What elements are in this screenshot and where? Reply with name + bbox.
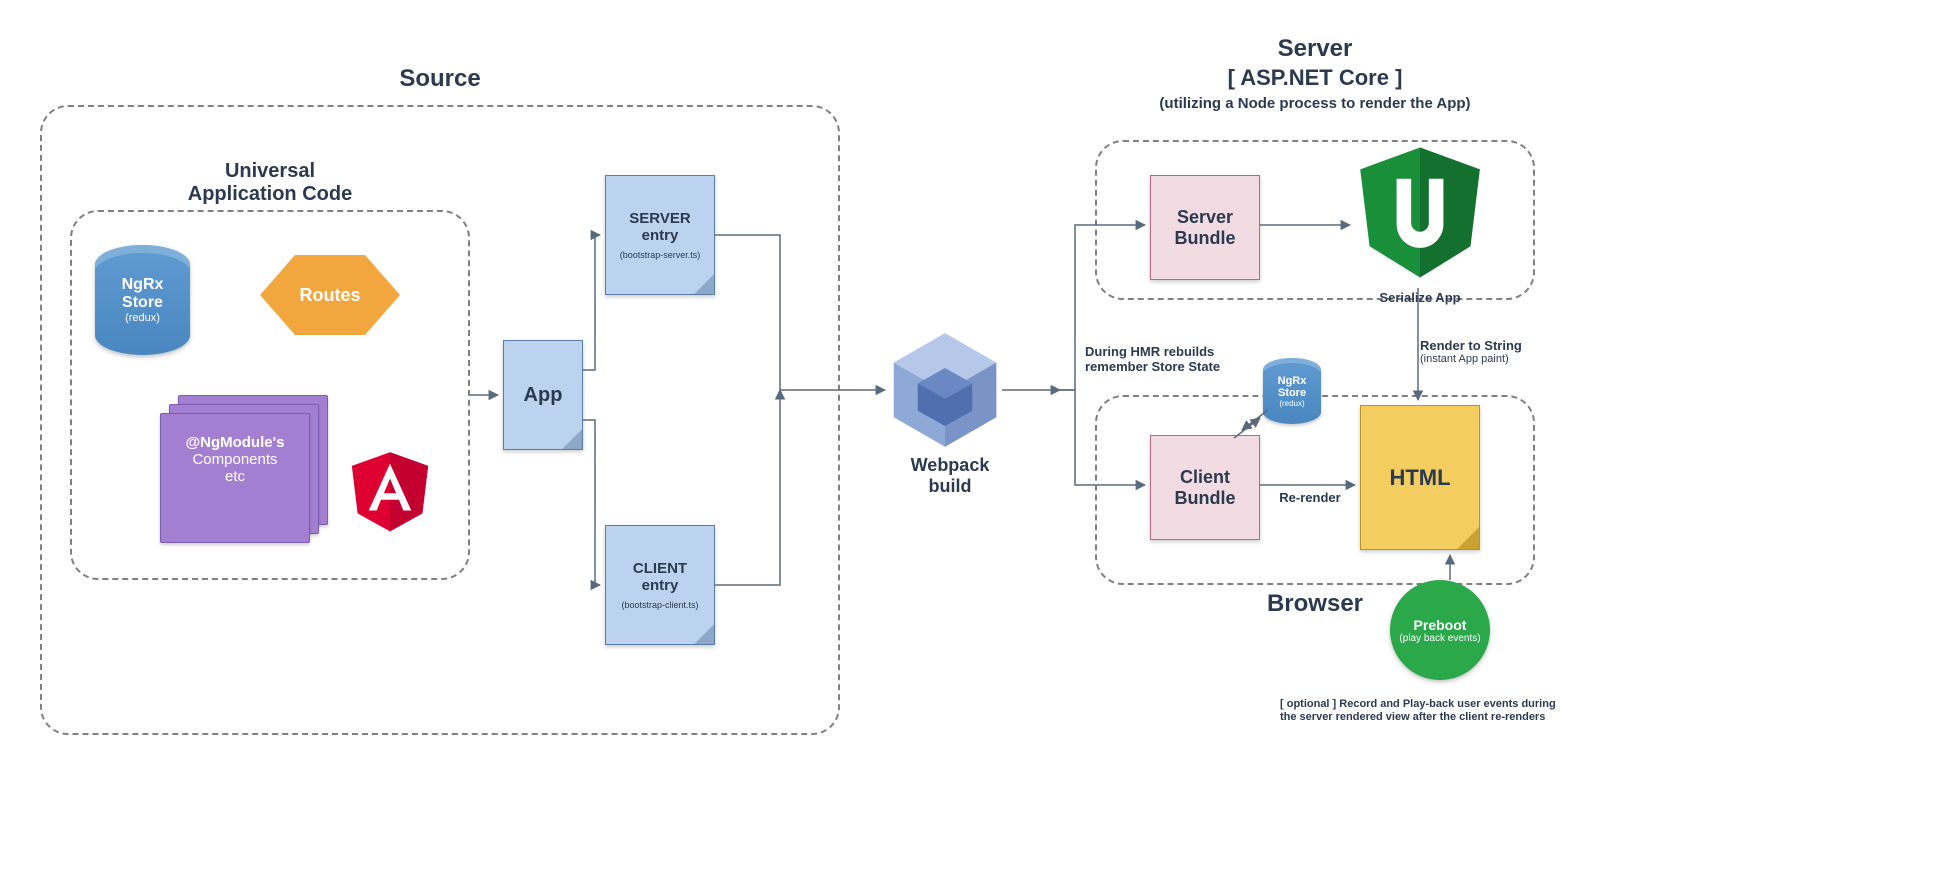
routes-label: Routes xyxy=(299,285,360,306)
server-entry-l1: SERVER xyxy=(614,210,706,227)
server-entry-l2: entry xyxy=(614,227,706,244)
client-entry-l2: entry xyxy=(614,577,706,594)
ngrx-small-l2: Store xyxy=(1263,387,1321,399)
re-render-label: Re-render xyxy=(1265,490,1355,505)
server-bundle-box: Server Bundle xyxy=(1150,175,1260,280)
ngrx-label-2: Store xyxy=(95,294,190,312)
render-to-string-label: Render to String (instant App paint) xyxy=(1420,338,1560,365)
ngmodule-line2: Components xyxy=(169,451,301,468)
hmr-note: During HMR rebuildsremember Store State xyxy=(1085,345,1260,375)
html-label: HTML xyxy=(1389,465,1450,491)
uac-title-line1: Universal xyxy=(225,160,315,182)
server-title: Server xyxy=(1095,35,1535,63)
preboot-sub: (play back events) xyxy=(1399,633,1480,644)
server-subtitle: [ ASP.NET Core ] xyxy=(1095,65,1535,91)
ngrx-small-sub: (redux) xyxy=(1263,399,1321,408)
server-bundle-label: Server Bundle xyxy=(1151,207,1259,249)
app-document: App xyxy=(503,340,583,450)
ngrx-small-l1: NgRx xyxy=(1263,375,1321,387)
serialize-app-label: Serialize App xyxy=(1365,290,1475,305)
webpack-cube-icon xyxy=(890,330,1000,450)
angular-logo-icon xyxy=(345,440,435,540)
ngrx-store-cylinder: NgRx Store (redux) xyxy=(95,245,190,355)
ngrx-label-1: NgRx xyxy=(95,276,190,294)
uac-title-line2: Application Code xyxy=(188,183,352,205)
server-entry-document: SERVER entry (bootstrap-server.ts) xyxy=(605,175,715,295)
client-entry-l1: CLIENT xyxy=(614,560,706,577)
ngmodule-stack: @NgModule's Components etc xyxy=(160,395,330,545)
client-bundle-box: Client Bundle xyxy=(1150,435,1260,540)
uac-title: Universal Application Code xyxy=(70,160,470,206)
preboot-label: Preboot xyxy=(1414,617,1467,633)
source-title: Source xyxy=(40,65,840,93)
client-entry-file: (bootstrap-client.ts) xyxy=(614,600,706,610)
client-bundle-label: Client Bundle xyxy=(1151,467,1259,509)
client-entry-document: CLIENT entry (bootstrap-client.ts) xyxy=(605,525,715,645)
server-entry-file: (bootstrap-server.ts) xyxy=(614,250,706,260)
html-document: HTML xyxy=(1360,405,1480,550)
app-label: App xyxy=(512,384,574,407)
angular-universal-logo-icon xyxy=(1355,140,1485,285)
server-note: (utilizing a Node process to render the … xyxy=(1095,95,1535,112)
optional-note: [ optional ] Record and Play-back user e… xyxy=(1280,698,1560,724)
preboot-circle: Preboot (play back events) xyxy=(1390,580,1490,680)
ngmodule-line1: @NgModule's xyxy=(169,434,301,451)
webpack-label: Webpackbuild xyxy=(860,455,1040,497)
ngrx-label-sub: (redux) xyxy=(95,312,190,324)
ngmodule-line3: etc xyxy=(169,468,301,485)
ngrx-store-small-cylinder: NgRx Store (redux) xyxy=(1263,358,1321,424)
